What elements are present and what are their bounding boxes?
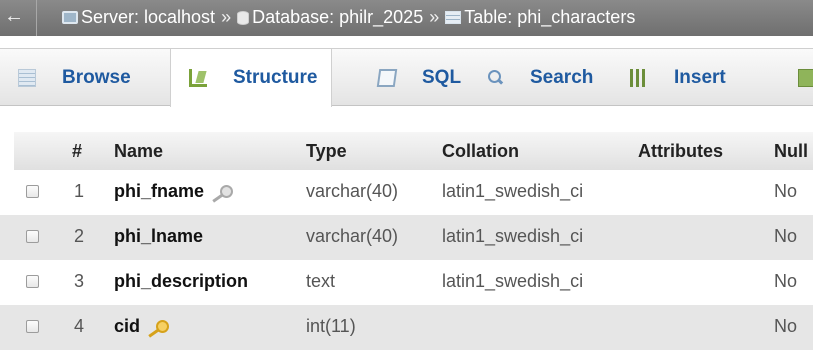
table-row: 4 cid int(11) No	[0, 305, 813, 350]
tab-search[interactable]: Search	[468, 49, 607, 106]
breadcrumb: Server: localhost » Database: philr_2025…	[62, 7, 635, 28]
field-name: phi_fname	[114, 181, 234, 202]
field-collation: latin1_swedish_ci	[442, 226, 584, 246]
browse-icon	[18, 68, 36, 87]
row-num: 3	[74, 271, 85, 291]
column-header-num: #	[72, 141, 83, 161]
field-name: phi_description	[114, 271, 249, 291]
tab-sql-label: SQL	[422, 66, 462, 88]
insert-icon	[630, 68, 648, 87]
breadcrumb-separator: »	[221, 7, 232, 27]
back-arrow-icon[interactable]: ←	[4, 5, 24, 28]
field-name: cid	[114, 316, 170, 337]
breadcrumb-bar: ← Server: localhost » Database: philr_20…	[0, 0, 813, 36]
breadcrumb-table[interactable]: Table: phi_characters	[445, 7, 635, 28]
row-num: 4	[74, 316, 85, 336]
breadcrumb-separator: »	[429, 7, 440, 27]
tab-more[interactable]	[780, 49, 813, 106]
tab-insert-label: Insert	[674, 66, 726, 88]
grey-key-icon	[210, 185, 234, 199]
row-checkbox[interactable]	[26, 320, 39, 333]
tab-structure-label: Structure	[233, 67, 318, 88]
table-row: 2 phi_lname varchar(40) latin1_swedish_c…	[0, 215, 813, 260]
column-header-null[interactable]: Null	[774, 141, 808, 162]
field-type: varchar(40)	[306, 181, 399, 201]
table-row: 3 phi_description text latin1_swedish_ci…	[0, 260, 813, 305]
breadcrumb-database-label: Database: philr_2025	[252, 7, 424, 27]
tabs-bar: Browse Structure SQL Search Insert	[0, 48, 813, 107]
breadcrumb-server-label: Server: localhost	[81, 7, 216, 27]
tab-browse[interactable]: Browse	[0, 49, 145, 106]
breadcrumb-table-label: Table: phi_characters	[464, 7, 636, 27]
field-collation: latin1_swedish_ci	[442, 271, 584, 291]
tab-structure[interactable]: Structure	[170, 49, 333, 107]
column-header-attributes[interactable]: Attributes	[638, 141, 723, 162]
table-header: # Name Type Collation Attributes Null	[14, 132, 813, 170]
field-collation: latin1_swedish_ci	[442, 181, 584, 201]
row-checkbox[interactable]	[26, 185, 39, 198]
column-header-type[interactable]: Type	[306, 141, 347, 162]
row-checkbox[interactable]	[26, 275, 39, 288]
export-icon	[798, 68, 813, 87]
server-icon	[62, 11, 78, 24]
field-type: varchar(40)	[306, 226, 399, 246]
tab-insert[interactable]: Insert	[612, 49, 740, 106]
column-header-collation[interactable]: Collation	[442, 141, 519, 162]
row-num: 1	[74, 181, 85, 201]
row-num: 2	[74, 226, 85, 246]
field-null: No	[774, 271, 798, 291]
row-checkbox[interactable]	[26, 230, 39, 243]
field-name-text: cid	[114, 316, 141, 336]
tab-browse-label: Browse	[62, 66, 131, 88]
database-icon	[237, 10, 250, 25]
field-null: No	[774, 316, 798, 336]
tab-sql[interactable]: SQL	[360, 49, 475, 106]
field-null: No	[774, 226, 798, 246]
breadcrumb-divider	[36, 0, 37, 36]
column-header-name[interactable]: Name	[114, 141, 163, 162]
table-row: 1 phi_fname varchar(40) latin1_swedish_c…	[0, 170, 813, 215]
field-type: int(11)	[306, 316, 356, 336]
field-name-text: phi_fname	[114, 181, 205, 201]
breadcrumb-database[interactable]: Database: philr_2025	[237, 7, 423, 28]
field-name: phi_lname	[114, 226, 204, 246]
field-type: text	[306, 271, 336, 291]
primary-key-icon	[146, 320, 170, 334]
sql-icon	[376, 68, 398, 87]
field-null: No	[774, 181, 798, 201]
tab-search-label: Search	[530, 66, 594, 88]
structure-icon	[189, 69, 207, 87]
table-icon	[445, 11, 462, 24]
search-icon	[486, 69, 504, 87]
breadcrumb-server[interactable]: Server: localhost	[62, 7, 215, 28]
